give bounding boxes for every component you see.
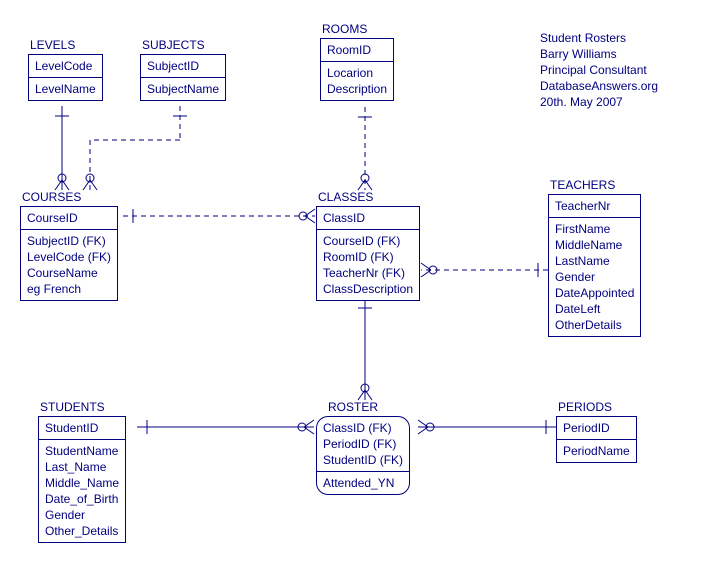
teachers-a3: LastName bbox=[555, 253, 634, 269]
entity-students-title: STUDENTS bbox=[40, 400, 105, 414]
teachers-a7: OtherDetails bbox=[555, 317, 634, 333]
courses-a4: eg French bbox=[27, 281, 111, 297]
entity-classes: ClassID CourseID (FK) RoomID (FK) Teache… bbox=[316, 206, 420, 301]
roster-pk1: ClassID (FK) bbox=[323, 420, 403, 436]
subjects-attr: SubjectName bbox=[147, 81, 219, 97]
entity-teachers-title: TEACHERS bbox=[550, 178, 615, 192]
entity-subjects-title: SUBJECTS bbox=[142, 38, 205, 52]
students-a4: Date_of_Birth bbox=[45, 491, 119, 507]
info-title: Student Rosters bbox=[540, 30, 658, 46]
er-diagram: Student Rosters Barry Williams Principal… bbox=[0, 0, 702, 586]
entity-subjects: SubjectID SubjectName bbox=[140, 54, 226, 101]
teachers-a2: MiddleName bbox=[555, 237, 634, 253]
teachers-pk: TeacherNr bbox=[555, 198, 634, 214]
students-a2: Last_Name bbox=[45, 459, 119, 475]
entity-teachers: TeacherNr FirstName MiddleName LastName … bbox=[548, 194, 641, 337]
roster-pk2: PeriodID (FK) bbox=[323, 436, 403, 452]
classes-a2: RoomID (FK) bbox=[323, 249, 413, 265]
entity-periods: PeriodID PeriodName bbox=[556, 416, 637, 463]
classes-a4: ClassDescription bbox=[323, 281, 413, 297]
teachers-a4: Gender bbox=[555, 269, 634, 285]
students-a6: Other_Details bbox=[45, 523, 119, 539]
teachers-a6: DateLeft bbox=[555, 301, 634, 317]
entity-courses-title: COURSES bbox=[22, 190, 81, 204]
periods-a1: PeriodName bbox=[563, 443, 630, 459]
info-role: Principal Consultant bbox=[540, 62, 658, 78]
entity-periods-title: PERIODS bbox=[558, 400, 612, 414]
entity-roster: ClassID (FK) PeriodID (FK) StudentID (FK… bbox=[316, 416, 410, 495]
courses-a3: CourseName bbox=[27, 265, 111, 281]
entity-students: StudentID StudentName Last_Name Middle_N… bbox=[38, 416, 126, 543]
students-pk: StudentID bbox=[45, 420, 119, 436]
diagram-info: Student Rosters Barry Williams Principal… bbox=[540, 30, 658, 110]
courses-a1: SubjectID (FK) bbox=[27, 233, 111, 249]
teachers-a5: DateAppointed bbox=[555, 285, 634, 301]
info-site: DatabaseAnswers.org bbox=[540, 78, 658, 94]
periods-pk: PeriodID bbox=[563, 420, 630, 436]
classes-pk: ClassID bbox=[323, 210, 413, 226]
rooms-pk: RoomID bbox=[327, 42, 387, 58]
students-a5: Gender bbox=[45, 507, 119, 523]
subjects-pk: SubjectID bbox=[147, 58, 219, 74]
roster-pk3: StudentID (FK) bbox=[323, 452, 403, 468]
levels-pk: LevelCode bbox=[35, 58, 96, 74]
classes-a1: CourseID (FK) bbox=[323, 233, 413, 249]
entity-classes-title: CLASSES bbox=[318, 190, 373, 204]
info-date: 20th. May 2007 bbox=[540, 94, 658, 110]
teachers-a1: FirstName bbox=[555, 221, 634, 237]
students-a1: StudentName bbox=[45, 443, 119, 459]
courses-a2: LevelCode (FK) bbox=[27, 249, 111, 265]
entity-levels-title: LEVELS bbox=[30, 38, 75, 52]
entity-levels: LevelCode LevelName bbox=[28, 54, 103, 101]
rooms-attr2: Description bbox=[327, 81, 387, 97]
entity-roster-title: ROSTER bbox=[328, 400, 378, 414]
entity-rooms-title: ROOMS bbox=[322, 22, 367, 36]
entity-courses: CourseID SubjectID (FK) LevelCode (FK) C… bbox=[20, 206, 118, 301]
levels-attr: LevelName bbox=[35, 81, 96, 97]
entity-rooms: RoomID Locarion Description bbox=[320, 38, 394, 101]
roster-a1: Attended_YN bbox=[323, 475, 403, 491]
students-a3: Middle_Name bbox=[45, 475, 119, 491]
classes-a3: TeacherNr (FK) bbox=[323, 265, 413, 281]
info-author: Barry Williams bbox=[540, 46, 658, 62]
courses-pk: CourseID bbox=[27, 210, 111, 226]
rooms-attr1: Locarion bbox=[327, 65, 387, 81]
